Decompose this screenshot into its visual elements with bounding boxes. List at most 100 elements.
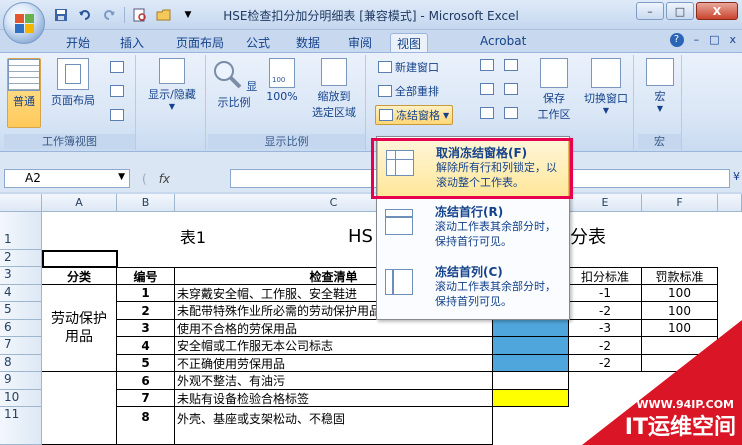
item-d-fill[interactable] xyxy=(493,337,569,355)
ribbon-restore-button[interactable]: □ xyxy=(709,33,719,47)
item-fine[interactable]: 100 xyxy=(642,285,718,302)
tab-view[interactable]: 视图 xyxy=(390,33,429,52)
tab-home[interactable]: 开始 xyxy=(60,33,96,52)
item-text[interactable]: 未贴有设备检验合格标签 xyxy=(175,390,493,407)
name-box[interactable]: A2 ▼ xyxy=(4,169,130,188)
page-break-preview-button[interactable] xyxy=(110,61,124,73)
fx-icon[interactable]: fx xyxy=(159,172,170,186)
item-d-fill-yellow[interactable] xyxy=(493,390,569,407)
macros-button[interactable]: 宏 ▼ xyxy=(642,58,678,128)
tab-acrobat[interactable]: Acrobat xyxy=(474,33,532,52)
arrange-all-button[interactable]: 全部重排 xyxy=(378,83,439,99)
cell-a2-selected[interactable] xyxy=(42,250,118,268)
item-no[interactable]: 6 xyxy=(117,372,175,390)
item-text[interactable]: 安全帽或工作服无本公司标志 xyxy=(175,337,493,355)
item-d-blank[interactable] xyxy=(493,372,569,390)
expand-formula-bar-icon[interactable]: ¥ xyxy=(733,170,740,183)
row-header-11[interactable]: 11 xyxy=(0,407,42,445)
item-no[interactable]: 3 xyxy=(117,320,175,337)
row-header-5[interactable]: 5 xyxy=(0,302,42,320)
item-no[interactable]: 2 xyxy=(117,302,175,320)
page-layout-view-button[interactable]: 页面布局 xyxy=(46,58,100,128)
tab-page-layout[interactable]: 页面布局 xyxy=(170,33,230,52)
show-hide-button[interactable]: 显示/隐藏 ▼ xyxy=(142,58,202,128)
reset-position-button[interactable] xyxy=(504,107,518,119)
column-header-e[interactable]: E xyxy=(569,194,642,212)
header-number[interactable]: 编号 xyxy=(117,267,175,285)
office-button[interactable] xyxy=(3,2,45,44)
ribbon-minimize-button[interactable]: – xyxy=(694,33,700,47)
vertical-scrollbar[interactable] xyxy=(718,194,742,212)
maximize-button[interactable]: □ xyxy=(666,2,694,20)
group-label-zoom: 显示比例 xyxy=(208,134,365,149)
full-screen-button[interactable] xyxy=(110,109,124,121)
item-text[interactable]: 外观不整洁、有油污 xyxy=(175,372,493,390)
row-header-9[interactable]: 9 xyxy=(0,372,42,390)
zoom-selection-icon xyxy=(321,58,347,86)
item-no[interactable]: 7 xyxy=(117,390,175,407)
group-label-workbook-views: 工作簿视图 xyxy=(4,134,135,149)
name-box-dropdown-icon[interactable]: ▼ xyxy=(118,172,125,182)
column-header-f[interactable]: F xyxy=(642,194,718,212)
save-workspace-button[interactable]: 保存 工作区 xyxy=(532,58,576,128)
item-no[interactable]: 1 xyxy=(117,285,175,302)
zoom-button[interactable]: 显示比例 xyxy=(210,58,258,128)
item-text[interactable]: 使用不合格的劳保用品 xyxy=(175,320,493,337)
select-all-corner[interactable] xyxy=(0,194,42,212)
item-deduct[interactable]: -1 xyxy=(569,285,642,302)
row-header-2[interactable]: 2 xyxy=(0,250,42,267)
custom-views-button[interactable] xyxy=(110,85,124,97)
fx-area: ( fx xyxy=(132,169,228,188)
header-fine[interactable]: 罚款标准 xyxy=(642,267,718,285)
close-button[interactable]: X xyxy=(696,2,738,20)
tab-review[interactable]: 审阅 xyxy=(342,33,378,52)
cancel-entry-icon[interactable]: ( xyxy=(142,172,147,186)
help-icon[interactable]: ? xyxy=(669,33,684,47)
menu-item-freeze-top-row[interactable]: 冻结首行(R) 滚动工作表其余部分时，保持首行可见。 xyxy=(377,199,569,257)
row-header-6[interactable]: 6 xyxy=(0,320,42,337)
tab-formulas[interactable]: 公式 xyxy=(240,33,276,52)
item-no[interactable]: 5 xyxy=(117,355,175,372)
item-no[interactable]: 8 xyxy=(117,407,175,445)
category-cell-next[interactable] xyxy=(42,372,117,445)
row-header-10[interactable]: 10 xyxy=(0,390,42,407)
highlight-box xyxy=(371,138,573,199)
category-group-cell[interactable]: 劳动保护用品 xyxy=(42,285,117,372)
item-fine[interactable]: 100 xyxy=(642,302,718,320)
item-d-fill[interactable] xyxy=(493,355,569,372)
item-text[interactable]: 不正确使用劳保用品 xyxy=(175,355,493,372)
menu-item-freeze-first-column[interactable]: 冻结首列(C) 滚动工作表其余部分时，保持首列可见。 xyxy=(377,259,569,317)
switch-windows-button[interactable]: 切换窗口 ▼ xyxy=(578,58,634,128)
item-no[interactable]: 4 xyxy=(117,337,175,355)
header-deduct[interactable]: 扣分标准 xyxy=(569,267,642,285)
tab-data[interactable]: 数据 xyxy=(290,33,326,52)
ribbon-close-button[interactable]: x xyxy=(729,33,736,47)
column-header-b[interactable]: B xyxy=(117,194,175,212)
title-cell-right[interactable]: 分表 xyxy=(570,212,640,250)
minimize-button[interactable]: – xyxy=(636,2,664,20)
view-side-by-side-button[interactable] xyxy=(504,59,518,71)
sync-scroll-button[interactable] xyxy=(504,83,518,95)
freeze-panes-button[interactable]: 冻结窗格 ▼ xyxy=(375,105,454,125)
new-window-button[interactable]: 新建窗口 xyxy=(378,59,439,75)
hide-window-button[interactable] xyxy=(480,83,494,95)
zoom-100-button[interactable]: 100 100% xyxy=(262,58,302,128)
normal-view-button[interactable]: 普通 xyxy=(7,58,41,128)
row-header-3[interactable]: 3 xyxy=(0,267,42,285)
tab-insert[interactable]: 插入 xyxy=(114,33,150,52)
row-header-1[interactable]: 1 xyxy=(0,212,42,250)
item-deduct[interactable]: -2 xyxy=(569,302,642,320)
save-workspace-label-2: 工作区 xyxy=(537,108,571,121)
split-button[interactable] xyxy=(480,59,494,71)
column-header-a[interactable]: A xyxy=(42,194,117,212)
show-hide-label: 显示/隐藏 xyxy=(148,88,196,101)
sheet-label-cell[interactable]: 表1 xyxy=(42,212,344,250)
row-header-7[interactable]: 7 xyxy=(0,337,42,355)
item-d-fill[interactable] xyxy=(493,320,569,337)
item-text[interactable]: 外壳、基座或支架松动、不稳固 xyxy=(175,407,493,445)
row-header-4[interactable]: 4 xyxy=(0,285,42,302)
zoom-to-selection-button[interactable]: 缩放到 选定区域 xyxy=(306,58,362,128)
unhide-window-button[interactable] xyxy=(480,107,494,119)
row-header-8[interactable]: 8 xyxy=(0,355,42,372)
header-category[interactable]: 分类 xyxy=(42,267,117,285)
